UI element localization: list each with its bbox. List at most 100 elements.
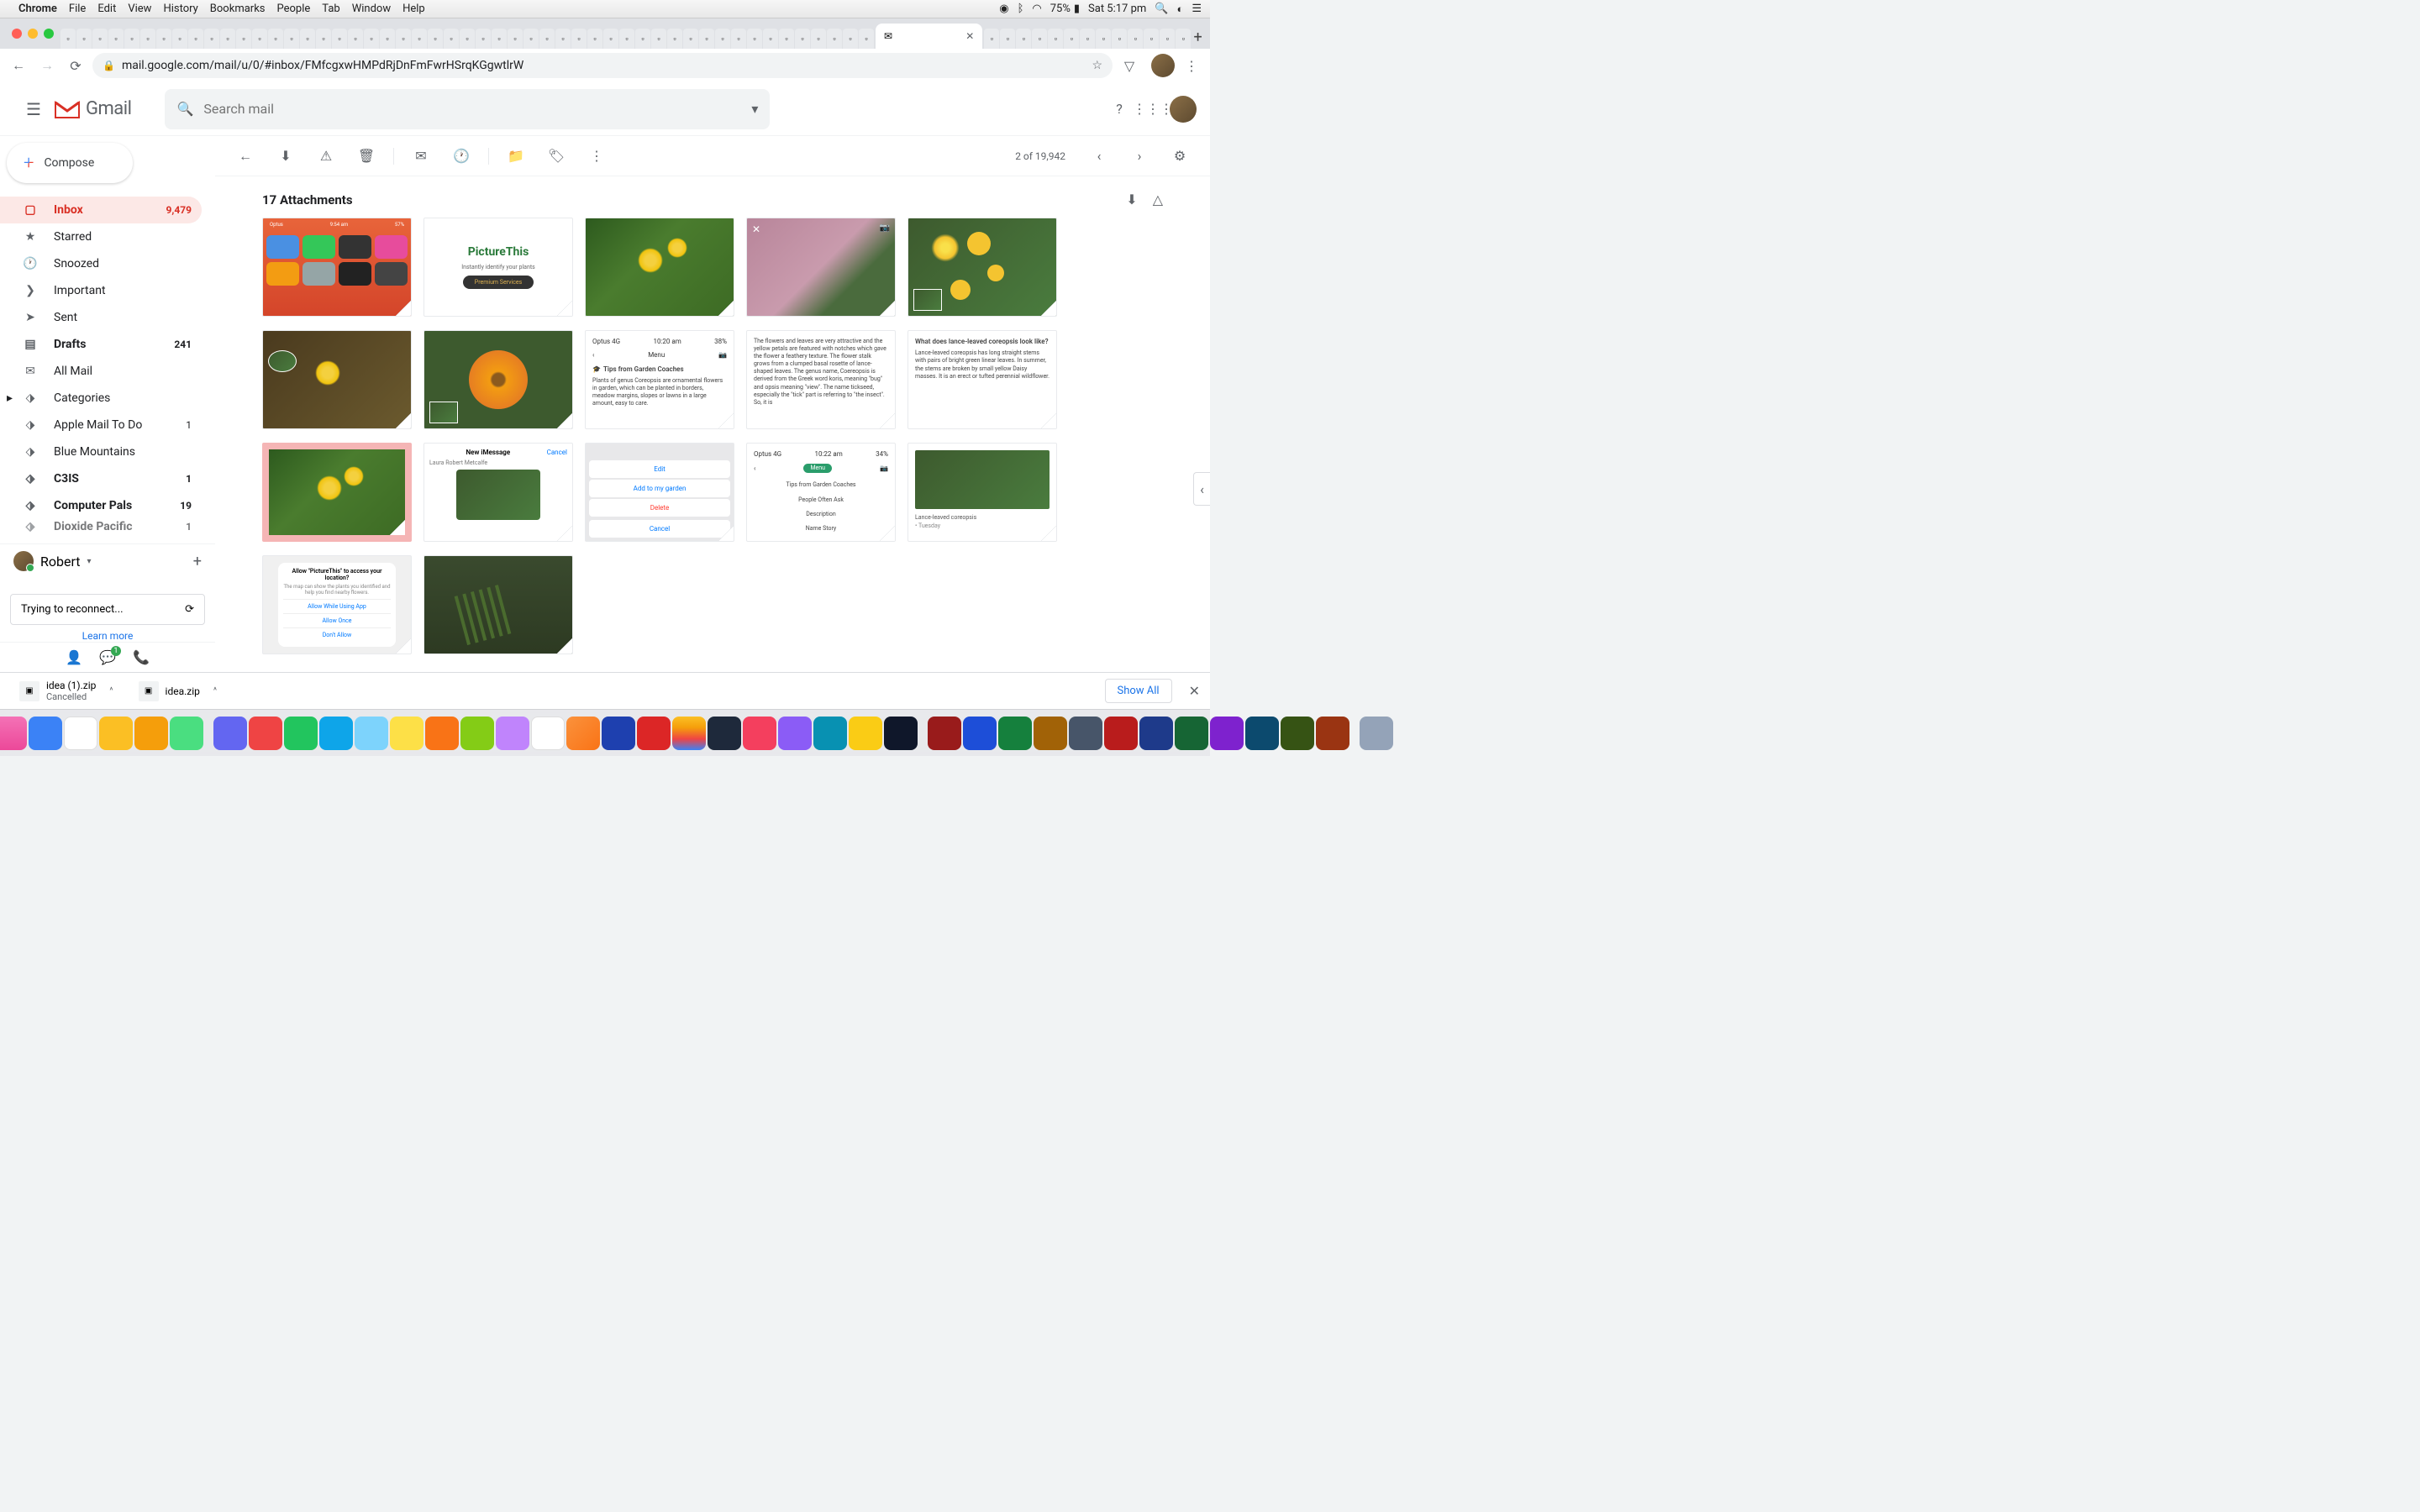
support-icon[interactable]: ?	[1102, 92, 1136, 126]
dock-app-icon[interactable]	[1281, 717, 1314, 750]
pinned-tab[interactable]: ▫	[428, 29, 443, 49]
menu-tab[interactable]: Tab	[322, 3, 339, 15]
reload-button[interactable]: ⟳	[64, 54, 87, 77]
dock-app-icon[interactable]	[1210, 717, 1244, 750]
dock-app-icon[interactable]	[319, 717, 353, 750]
dock-app-icon[interactable]	[849, 717, 882, 750]
google-apps-icon[interactable]: ⋮⋮⋮	[1136, 92, 1170, 126]
back-button[interactable]: ←	[7, 54, 30, 77]
pinned-tab[interactable]: ▫	[236, 29, 251, 49]
attachment-thumbnail[interactable]: Edit Add to my garden Delete Cancel	[585, 443, 734, 542]
gmail-logo[interactable]: Gmail	[54, 98, 131, 119]
dock-app-icon[interactable]	[566, 717, 600, 750]
menu-history[interactable]: History	[163, 3, 197, 15]
dock-app-icon[interactable]	[0, 717, 27, 750]
pinned-tab[interactable]: ▫	[1096, 29, 1111, 49]
pinned-tab[interactable]: ▫	[587, 29, 602, 49]
sidebar-item-label[interactable]: ⬗C3IS1	[0, 465, 202, 492]
attachment-thumbnail[interactable]	[908, 218, 1057, 317]
pinned-tab[interactable]: ▫	[651, 29, 666, 49]
omnibox[interactable]: 🔒 mail.google.com/mail/u/0/#inbox/FMfcgx…	[92, 53, 1113, 78]
siri-badge-icon[interactable]: ◐	[1176, 3, 1183, 16]
pinned-tab[interactable]: ▫	[60, 29, 76, 49]
close-download-bar-icon[interactable]: ✕	[1189, 683, 1200, 699]
maximize-window-button[interactable]	[44, 29, 54, 39]
minimize-window-button[interactable]	[28, 29, 38, 39]
sidebar-item-snoozed[interactable]: 🕐Snoozed	[0, 250, 202, 277]
labels-button[interactable]: 🏷	[539, 139, 573, 173]
user-menu-caret-icon[interactable]: ▾	[87, 557, 92, 566]
pinned-tab[interactable]: ▫	[364, 29, 379, 49]
dock-app-icon[interactable]	[213, 717, 247, 750]
app-name[interactable]: Chrome	[18, 3, 57, 15]
dock-app-icon[interactable]	[1069, 717, 1102, 750]
pinned-tab[interactable]: ▫	[172, 29, 187, 49]
sidebar-item-label[interactable]: ⬗Dioxide Pacific1	[0, 519, 202, 534]
bluetooth-icon[interactable]: ᛒ	[1018, 3, 1024, 15]
pinned-tab[interactable]: ▫	[460, 29, 475, 49]
sidebar-item-allmail[interactable]: ✉All Mail	[0, 358, 202, 385]
more-actions-button[interactable]: ⋮	[580, 139, 613, 173]
active-tab[interactable]: ✉ ✕	[876, 24, 982, 49]
dock-app-icon[interactable]	[743, 717, 776, 750]
dock-app-icon[interactable]	[1139, 717, 1173, 750]
extension-icon[interactable]: ▽	[1118, 54, 1141, 77]
hangouts-user[interactable]: Robert ▾ +	[0, 543, 215, 578]
mark-unread-button[interactable]: ✉	[404, 139, 438, 173]
dock-app-icon[interactable]	[1245, 717, 1279, 750]
compose-button[interactable]: + Compose	[7, 143, 133, 183]
pinned-tab[interactable]: ▫	[284, 29, 299, 49]
pinned-tab[interactable]: ▫	[380, 29, 395, 49]
pinned-tab[interactable]: ▫	[316, 29, 331, 49]
attachment-thumbnail[interactable]: The flowers and leaves are very attracti…	[746, 330, 896, 429]
dock-app-icon[interactable]	[708, 717, 741, 750]
clock[interactable]: Sat 5:17 pm	[1088, 3, 1146, 15]
search-input[interactable]	[203, 101, 741, 117]
pinned-tab[interactable]: ▫	[492, 29, 507, 49]
pinned-tab[interactable]: ▫	[683, 29, 698, 49]
attachment-thumbnail[interactable]	[585, 218, 734, 317]
siri-icon[interactable]: ◉	[999, 3, 1008, 15]
dock-app-icon[interactable]	[249, 717, 282, 750]
dock-app-icon[interactable]	[425, 717, 459, 750]
archive-button[interactable]: ⬇	[269, 139, 302, 173]
pinned-tab[interactable]: ▫	[268, 29, 283, 49]
dock-app-icon[interactable]	[460, 717, 494, 750]
pinned-tab[interactable]: ▫	[396, 29, 411, 49]
pinned-tab[interactable]: ▫	[252, 29, 267, 49]
dock-app-icon[interactable]	[928, 717, 961, 750]
dock-app-icon[interactable]	[884, 717, 918, 750]
dock-app-icon[interactable]	[602, 717, 635, 750]
forward-button[interactable]: →	[35, 54, 59, 77]
dock-app-icon[interactable]	[813, 717, 847, 750]
pinned-tab[interactable]: ▫	[603, 29, 618, 49]
sidebar-item-label[interactable]: ⬗Apple Mail To Do1	[0, 412, 202, 438]
pinned-tab[interactable]: ▫	[508, 29, 523, 49]
pinned-tab[interactable]: ▫	[1032, 29, 1047, 49]
pinned-tab[interactable]: ▫	[555, 29, 571, 49]
dock-app-icon[interactable]	[170, 717, 203, 750]
chrome-profile-avatar[interactable]	[1151, 54, 1175, 77]
attachment-thumbnail[interactable]: PictureThis Instantly identify your plan…	[424, 218, 573, 317]
attachment-thumbnail[interactable]	[262, 443, 412, 542]
hangouts-phone-icon[interactable]: 📞	[133, 649, 150, 665]
attachment-thumbnail[interactable]: Optus9:54 am57%	[262, 218, 412, 317]
pinned-tab[interactable]: ▫	[539, 29, 555, 49]
save-to-drive-icon[interactable]: △	[1153, 192, 1163, 207]
pinned-tab[interactable]: ▫	[444, 29, 459, 49]
battery-status[interactable]: 75% ▮	[1050, 3, 1080, 15]
dock-app-icon[interactable]	[284, 717, 318, 750]
hangouts-chat-icon[interactable]: 💬1	[99, 649, 116, 665]
pinned-tab[interactable]: ▫	[699, 29, 714, 49]
dock-app-icon[interactable]	[1104, 717, 1138, 750]
pinned-tab[interactable]: ▫	[795, 29, 810, 49]
learn-more-link[interactable]: Learn more	[0, 630, 215, 642]
download-all-icon[interactable]: ⬇	[1126, 192, 1137, 207]
pinned-tab[interactable]: ▫	[204, 29, 219, 49]
pinned-tab[interactable]: ▫	[124, 29, 139, 49]
pinned-tab[interactable]: ▫	[220, 29, 235, 49]
main-menu-icon[interactable]: ☰	[13, 99, 54, 119]
pinned-tab[interactable]: ▫	[1080, 29, 1095, 49]
dock-app-icon[interactable]	[134, 717, 168, 750]
search-box[interactable]: 🔍 ▾	[165, 89, 770, 129]
